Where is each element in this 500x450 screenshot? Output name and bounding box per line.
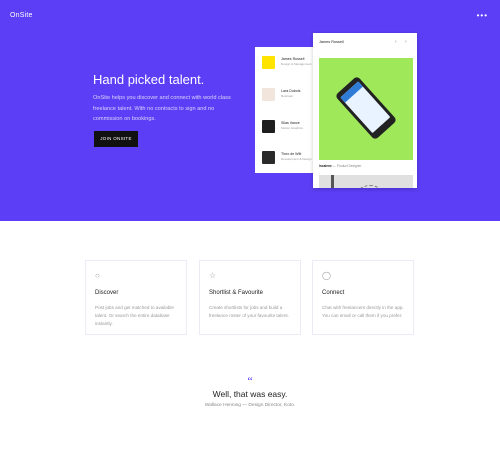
avatar xyxy=(262,151,275,164)
feature-text: Chat with freelancers directly in the ap… xyxy=(322,305,404,318)
more-dots-icon[interactable]: ••• xyxy=(477,12,488,20)
talent-name: Lara Dubois xyxy=(281,89,301,93)
feature-title: Discover xyxy=(95,290,119,296)
search-icon: ○ xyxy=(95,271,100,280)
hero-title: Hand picked talent. xyxy=(93,72,205,87)
detail-card-title: James Russell xyxy=(319,40,344,44)
chevron-right-icon[interactable]: › xyxy=(405,39,407,45)
portfolio-image[interactable] xyxy=(319,58,413,160)
feature-title: Connect xyxy=(322,290,345,296)
feature-text: Post jobs and get matched to available t… xyxy=(95,305,174,326)
feature-text: Create shortlists for jobs and build a f… xyxy=(209,305,289,318)
hero-description: OnSite helps you discover and connect wi… xyxy=(93,95,231,122)
talent-role: Development & Design xyxy=(281,157,312,161)
feature-title: Shortlist & Favourite xyxy=(209,290,264,296)
portfolio-image-secondary[interactable] xyxy=(319,175,413,188)
avatar xyxy=(262,88,275,101)
talent-name: James Russell xyxy=(281,57,305,61)
phone-image xyxy=(334,75,398,141)
quote-icon: “ xyxy=(247,374,253,388)
talent-role: Illustrator xyxy=(281,94,294,98)
talent-list-item[interactable]: Lara Dubois Illustrator xyxy=(262,88,313,104)
star-icon: ☆ xyxy=(209,271,217,280)
feature-card-connect: ◯ Connect Chat with freelancers directly… xyxy=(312,260,414,335)
join-onsite-button[interactable]: JOIN ONSITE xyxy=(94,131,138,147)
chevron-left-icon[interactable]: ‹ xyxy=(395,39,397,45)
talent-list-card: James Russell Design & Management Lara D… xyxy=(255,47,313,173)
talent-list-item[interactable]: Theo de Witt Development & Design xyxy=(262,151,313,167)
talent-role: Motion Graphics xyxy=(281,126,303,130)
chat-icon: ◯ xyxy=(322,271,331,280)
portfolio-caption: Incalene — Product Designer xyxy=(319,164,361,168)
logo[interactable]: OnSite xyxy=(10,12,33,19)
caption-subtitle: — Product Designer xyxy=(332,164,362,168)
avatar xyxy=(262,120,275,133)
talent-detail-card: James Russell ‹ › Incalene — Product Des… xyxy=(313,33,417,188)
talent-list-item[interactable]: Silas Vance Motion Graphics xyxy=(262,120,313,136)
testimonial-author: Wallace Henning — Design Director, Koto. xyxy=(204,403,296,408)
hero-section: OnSite ••• Hand picked talent. OnSite he… xyxy=(0,0,500,221)
avatar xyxy=(262,56,275,69)
talent-list-item[interactable]: James Russell Design & Management xyxy=(262,56,313,72)
caption-title: Incalene xyxy=(319,164,332,168)
talent-name: Theo de Witt xyxy=(281,152,302,156)
talent-name: Silas Vance xyxy=(281,121,300,125)
feature-card-shortlist: ☆ Shortlist & Favourite Create shortlist… xyxy=(199,260,301,335)
feature-card-discover: ○ Discover Post jobs and get matched to … xyxy=(85,260,187,335)
testimonial-quote: Well, that was easy. xyxy=(212,389,288,399)
talent-role: Design & Management xyxy=(281,62,312,66)
